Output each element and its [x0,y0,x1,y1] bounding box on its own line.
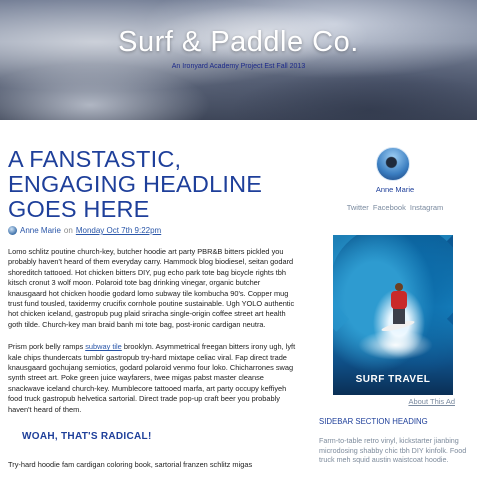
sidebar-section-heading: SIDEBAR SECTION HEADING [319,417,428,426]
main-content: A FANSTASTIC, ENGAGING HEADLINE GOES HER… [8,147,308,471]
ad-label: SURF TRAVEL [355,374,431,385]
facebook-link[interactable]: Facebook [373,203,406,212]
post-paragraph-1: Lomo schlitz poutine church-key, butcher… [8,247,295,329]
surfer-head [395,283,403,291]
post-date-link[interactable]: Monday Oct 7th 9:22pm [76,226,161,235]
post-byline: Anne Marie on Monday Oct 7th 9:22pm [8,226,308,235]
about-this-ad-link[interactable]: About This Ad [315,397,455,406]
post-subheading: WOAH, THAT'S RADICAL! [22,431,152,443]
post-paragraph-2: Prism pork belly ramps subway tile brook… [8,342,298,415]
site-subtitle: An Ironyard Academy Project Est Fall 201… [171,63,306,70]
hero-banner: Surf & Paddle Co. An Ironyard Academy Pr… [0,0,477,120]
byline-on-text: on [63,226,73,235]
wave-foam [358,330,433,360]
post-paragraph-3: Try-hard hoodie fam cardigan coloring bo… [8,460,253,470]
post-author-link[interactable]: Anne Marie [20,226,61,235]
twitter-link[interactable]: Twitter [347,203,369,212]
instagram-link[interactable]: Instagram [410,203,443,212]
subway-tile-link[interactable]: subway tile [85,342,122,351]
paragraph-2-text-end: brooklyn. Asymmetrical freegan bitters i… [8,342,296,414]
surfer-body [391,291,407,309]
author-avatar-icon [8,226,17,235]
site-title[interactable]: Surf & Paddle Co. [0,26,477,59]
social-links: Twitter Facebook Instagram [315,203,475,212]
author-avatar[interactable] [376,147,410,181]
paragraph-2-text-start: Prism pork belly ramps [8,342,86,352]
post-headline: A FANSTASTIC, ENGAGING HEADLINE GOES HER… [8,146,263,222]
hero-shadow [230,70,477,120]
surfer-legs [393,308,405,324]
sidebar-section-text: Farm-to-table retro vinyl, kickstarter j… [319,436,467,465]
sidebar-author-name[interactable]: Anne Marie [315,185,475,194]
surf-travel-ad[interactable]: SURF TRAVEL [333,235,453,395]
